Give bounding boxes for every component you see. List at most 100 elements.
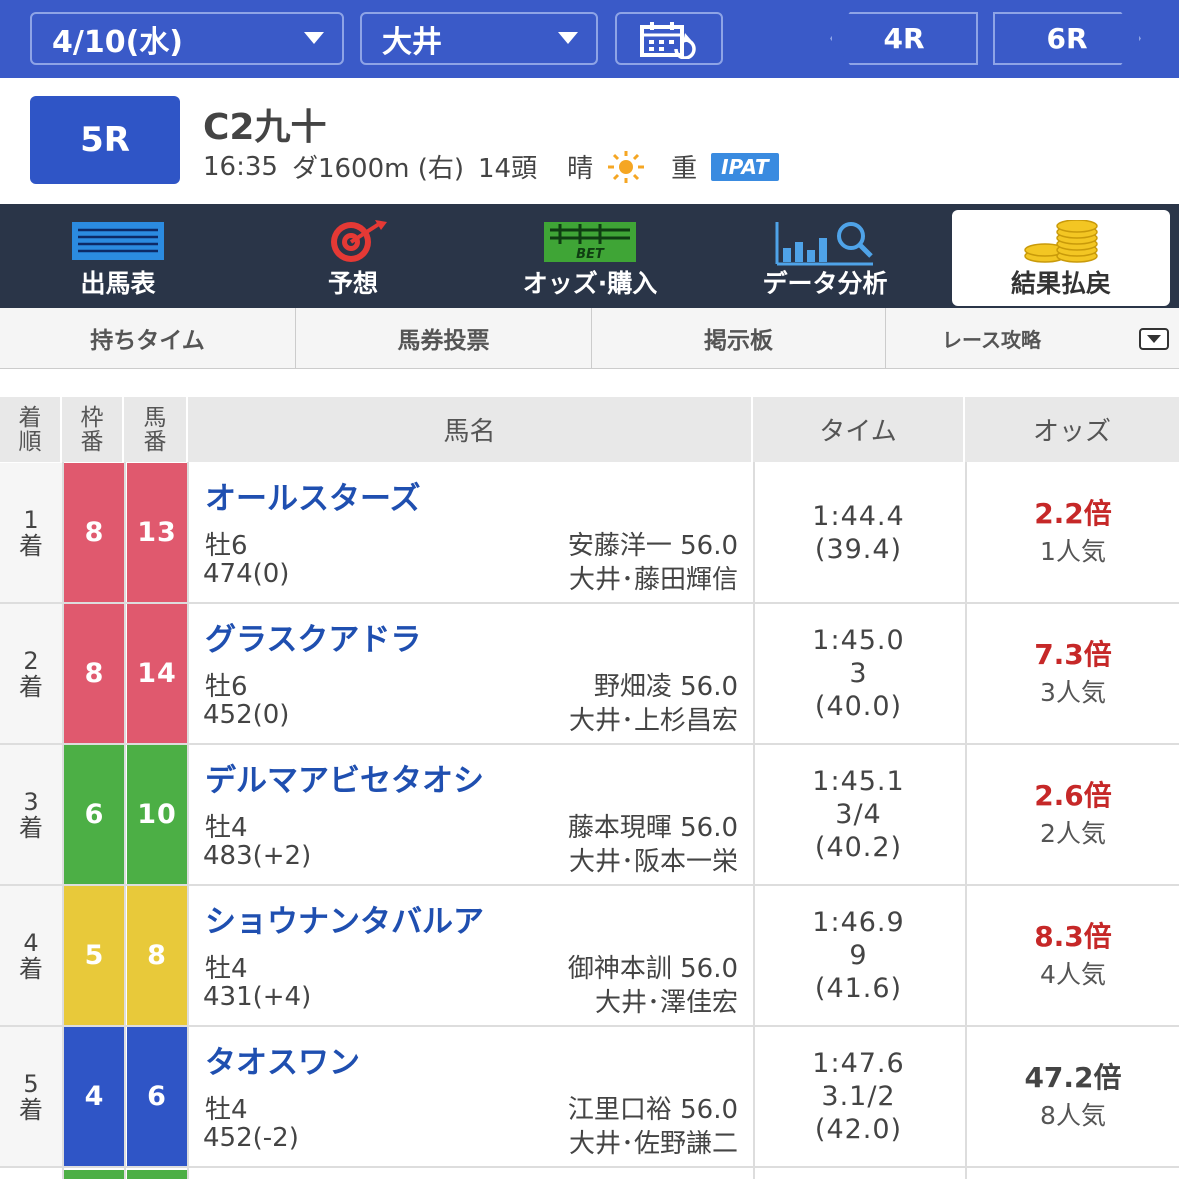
frame-number: 4 — [64, 1027, 124, 1166]
time-line: (39.4) — [814, 533, 903, 565]
horse-number: 8 — [127, 886, 187, 1025]
horse-weight: 452(-2) — [203, 1123, 299, 1153]
weather-text: 晴 — [567, 154, 594, 184]
time-line: (40.2) — [814, 832, 903, 863]
horse-weight: 474(0) — [203, 559, 290, 589]
venue-select[interactable]: 大井 — [360, 12, 598, 65]
odds-cell: 7.3倍 3人気 — [967, 604, 1179, 743]
track-condition: 重 — [671, 154, 698, 184]
time-line: 1:47.6 — [812, 1048, 905, 1079]
horse-name-link[interactable]: デルマアビセタオシ — [205, 755, 484, 800]
header-finish: 着順 — [0, 397, 62, 462]
jockey-weight: 江里口裕 56.0 — [567, 1095, 738, 1125]
subnav-betting[interactable]: 馬券投票 — [296, 308, 592, 368]
finish-time: 1:44.4 (39.4) — [755, 463, 962, 602]
dropdown-icon[interactable] — [1139, 328, 1169, 350]
menu-prediction[interactable]: 予想 — [238, 204, 468, 308]
next-row-frame-strip — [127, 1170, 187, 1179]
menu-odds-purchase[interactable]: BET オッズ·購入 — [475, 204, 705, 308]
frame-number: 6 — [64, 745, 124, 884]
result-row[interactable]: 3 着 6 10 デルマアビセタオシ 牡4 483(+2) 藤本現暉 56.0 … — [0, 745, 1179, 886]
sex-age: 牡4 — [205, 813, 248, 843]
menu-label: データ分析 — [762, 269, 888, 298]
finish-position: 2 着 — [0, 604, 62, 743]
runner-count: 14頭 — [478, 154, 538, 184]
menu-race-card[interactable]: 出馬表 — [3, 204, 233, 308]
finish-position: 5 着 — [0, 1027, 62, 1166]
finish-suffix: 着 — [19, 813, 43, 842]
trainer: 大井･上杉昌宏 — [568, 706, 738, 736]
column-divider — [124, 462, 126, 1179]
coins-icon — [1024, 220, 1098, 263]
finish-suffix: 着 — [19, 531, 43, 560]
menu-label: 出馬表 — [80, 269, 156, 298]
column-divider — [965, 462, 967, 1179]
sex-age: 牡4 — [205, 954, 248, 984]
subnav-race-strategy-label: レース攻略 — [942, 327, 1041, 352]
horse-weight: 431(+4) — [203, 982, 312, 1012]
subnav-mochi-time[interactable]: 持ちタイム — [0, 308, 296, 368]
horse-name-link[interactable]: タオスワン — [205, 1037, 360, 1082]
sun-icon — [608, 150, 645, 183]
venue-value: 大井 — [382, 24, 442, 60]
jockey-weight: 藤本現暉 56.0 — [567, 813, 738, 843]
popularity: 8人気 — [1040, 1100, 1106, 1130]
bet-icon: BET — [544, 222, 636, 262]
header-text: 着 — [18, 404, 42, 431]
result-row[interactable]: 5 着 4 6 タオスワン 牡4 452(-2) 江里口裕 56.0 大井･佐野… — [0, 1027, 1179, 1168]
calendar-button[interactable] — [615, 12, 723, 65]
time-line: (40.0) — [814, 691, 903, 722]
trainer: 大井･藤田輝信 — [568, 565, 738, 595]
row-divider — [0, 1166, 1179, 1168]
jockey-weight: 御神本訓 56.0 — [567, 954, 738, 984]
finish-number: 1 — [23, 505, 39, 534]
main-menu: 出馬表 予想 BET オッズ·購入 データ分析 結果払戻 — [0, 204, 1179, 308]
horse-weight: 483(+2) — [203, 841, 312, 871]
date-select[interactable]: 4/10(水) — [30, 12, 344, 65]
start-time: 16:35 — [203, 151, 278, 182]
sex-age: 牡4 — [205, 1095, 248, 1125]
chevron-down-icon — [558, 32, 578, 44]
horse-weight: 452(0) — [203, 700, 290, 730]
header-odds: オッズ — [965, 397, 1179, 462]
horse-name-link[interactable]: グラスクアドラ — [205, 614, 421, 659]
horse-name-link[interactable]: ショウナンタバルア — [205, 896, 484, 941]
next-race-label: 6R — [1046, 22, 1088, 55]
ipat-badge[interactable]: IPAT — [711, 152, 779, 181]
prev-race-button[interactable]: 4R — [830, 12, 978, 65]
subnav-bulletin-board[interactable]: 掲示板 — [592, 308, 886, 368]
popularity: 2人気 — [1040, 818, 1106, 848]
horse-number: 6 — [127, 1027, 187, 1166]
finish-number: 5 — [23, 1069, 39, 1098]
result-row[interactable]: 2 着 8 14 グラスクアドラ 牡6 452(0) 野畑凌 56.0 大井･上… — [0, 604, 1179, 745]
column-divider — [187, 462, 189, 1179]
calendar-refresh-icon — [640, 21, 696, 59]
finish-position: 1 着 — [0, 463, 62, 602]
menu-label: 結果払戻 — [1010, 269, 1111, 298]
race-card-icon — [72, 222, 164, 260]
odds-value: 7.3倍 — [1034, 637, 1112, 671]
result-row[interactable]: 1 着 8 13 オールスターズ 牡6 474(0) 安藤洋一 56.0 大井･… — [0, 463, 1179, 604]
next-race-button[interactable]: 6R — [993, 12, 1141, 65]
time-line: 1:44.4 — [812, 500, 905, 532]
frame-number: 8 — [64, 604, 124, 743]
race-details: 16:35 ダ1600m (右) 14頭 晴 重 IPAT — [203, 148, 779, 185]
finish-position: 3 着 — [0, 745, 62, 884]
race-info: 5R C2九十 16:35 ダ1600m (右) 14頭 晴 重 IPAT — [0, 78, 1179, 204]
horse-name-link[interactable]: オールスターズ — [205, 473, 420, 518]
odds-cell: 2.6倍 2人気 — [967, 745, 1179, 884]
race-number: 5R — [80, 120, 130, 160]
header-frame: 枠番 — [62, 397, 124, 462]
menu-results[interactable]: 結果払戻 — [952, 210, 1170, 306]
finish-position: 4 着 — [0, 886, 62, 1025]
result-row[interactable]: 4 着 5 8 ショウナンタバルア 牡4 431(+4) 御神本訓 56.0 大… — [0, 886, 1179, 1027]
race-result-page: 4/10(水) 大井 4R 6R 5R C2九十 16:35 ダ1600m (右… — [0, 0, 1179, 1179]
header-text: 馬 — [143, 404, 167, 431]
menu-data-analysis[interactable]: データ分析 — [710, 204, 940, 308]
subnav-race-strategy[interactable]: レース攻略 — [886, 308, 1179, 368]
race-name: C2九十 — [203, 107, 327, 148]
horse-number: 14 — [127, 604, 187, 743]
header-text: 番 — [143, 428, 167, 455]
trainer: 大井･澤佳宏 — [594, 988, 738, 1018]
frame-number: 5 — [64, 886, 124, 1025]
